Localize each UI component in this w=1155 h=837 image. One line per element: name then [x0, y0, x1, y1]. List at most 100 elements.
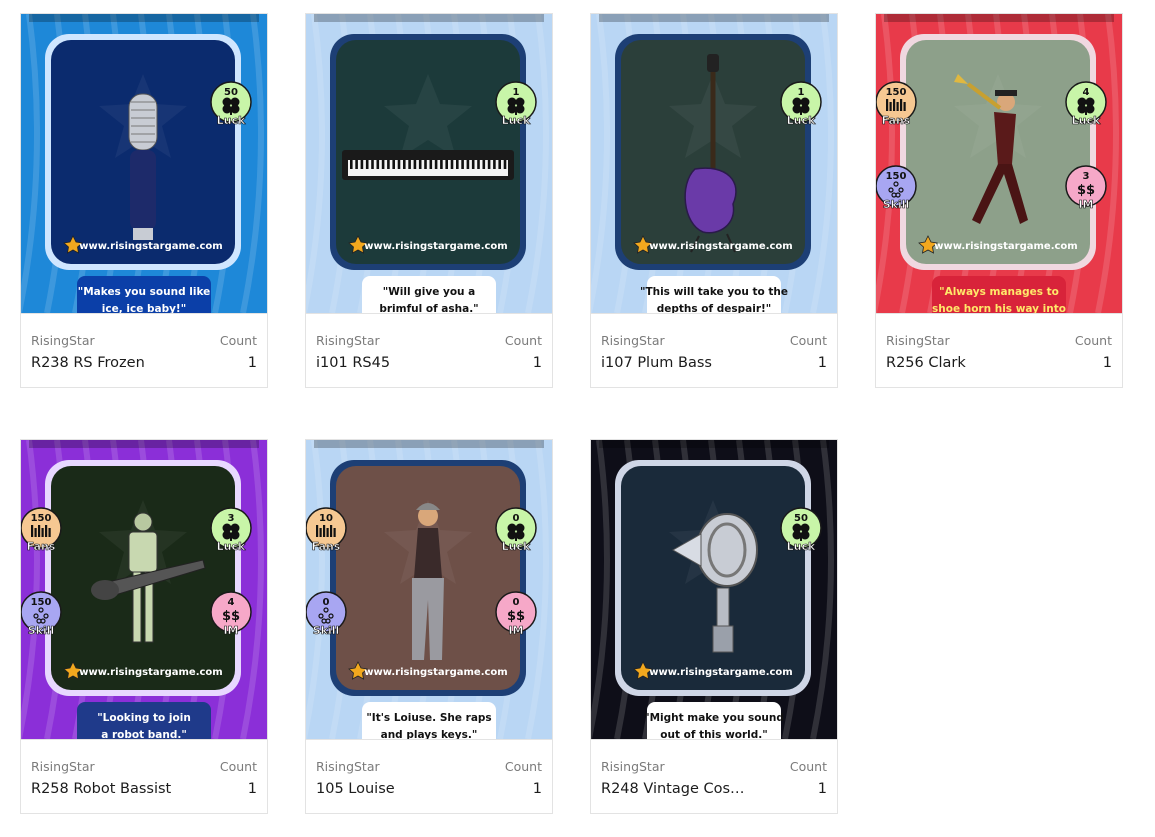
svg-text:shoe horn his way into: shoe horn his way into: [932, 303, 1066, 313]
card-meta: RisingStar Count R258 Robot Bassist 1: [21, 739, 267, 814]
svg-text:3: 3: [1083, 171, 1090, 182]
card-image[interactable]: www.risingstargame.com 150 Fans 3 Luck 150 Ski…: [21, 440, 267, 739]
card-tile[interactable]: www.risingstargame.com 50 Luck "Makes you s…: [20, 13, 268, 388]
card-artwork: www.risingstargame.com 50 Luck "Might make …: [591, 440, 837, 739]
svg-text:$$: $$: [222, 609, 240, 624]
svg-text:and plays keys.": and plays keys.": [381, 729, 478, 739]
svg-text:Luck: Luck: [787, 114, 816, 127]
stat-badge-luck: 4 Luck: [1065, 81, 1107, 127]
collection-label: RisingStar: [31, 333, 95, 348]
svg-text:150: 150: [886, 171, 907, 182]
svg-text:"Always manages to: "Always manages to: [939, 286, 1059, 298]
card-tile[interactable]: www.risingstargame.com 150 Fans 3 Luck 150 Ski…: [20, 439, 268, 814]
svg-text:50: 50: [794, 513, 808, 524]
svg-text:$$: $$: [1077, 183, 1095, 198]
svg-text:$$: $$: [507, 609, 525, 624]
svg-text:0: 0: [513, 597, 520, 608]
collection-label: RisingStar: [31, 759, 95, 774]
count-label: Count: [789, 759, 827, 774]
card-site-url: www.risingstargame.com: [364, 241, 507, 252]
svg-text:"This will take you to the: "This will take you to the: [640, 286, 788, 298]
card-image[interactable]: www.risingstargame.com 1 Luck "This will ta…: [591, 14, 837, 313]
card-name: R238 RS Frozen: [31, 355, 145, 371]
card-image[interactable]: www.risingstargame.com 150 Fans 4 Luck 150 Ski…: [876, 14, 1122, 313]
svg-text:0: 0: [323, 597, 330, 608]
card-name: R258 Robot Bassist: [31, 781, 172, 797]
card-artwork: www.risingstargame.com 10 Fans 0 Luck 0 Skill 0…: [306, 440, 552, 739]
stat-badge-luck: 0 Luck: [495, 507, 537, 553]
stat-badge-luck: 50 Luck: [210, 81, 252, 127]
svg-text:3: 3: [228, 513, 235, 524]
svg-text:Skill: Skill: [883, 198, 910, 211]
svg-text:150: 150: [886, 87, 907, 98]
card-meta: RisingStar Count R256 Clark 1: [876, 313, 1122, 388]
svg-text:Luck: Luck: [217, 114, 246, 127]
svg-text:ice, ice baby!": ice, ice baby!": [102, 303, 186, 313]
svg-text:Luck: Luck: [502, 540, 531, 553]
card-tile[interactable]: www.risingstargame.com 1 Luck "This will ta…: [590, 13, 838, 388]
svg-text:4: 4: [228, 597, 235, 608]
svg-text:0: 0: [513, 513, 520, 524]
card-artwork: www.risingstargame.com 150 Fans 4 Luck 150 Ski…: [876, 14, 1122, 313]
svg-text:"It's Loiuse. She raps: "It's Loiuse. She raps: [366, 712, 491, 724]
count-label: Count: [1074, 333, 1112, 348]
count-value: 1: [247, 355, 257, 371]
svg-text:150: 150: [31, 597, 52, 608]
card-site-url: www.risingstargame.com: [649, 241, 792, 252]
card-meta: RisingStar Count i101 RS45 1: [306, 313, 552, 388]
svg-text:IM: IM: [223, 624, 238, 637]
card-name: i101 RS45: [316, 355, 391, 371]
stat-badge-fans: 10 Fans: [306, 507, 347, 553]
card-site-url: www.risingstargame.com: [649, 667, 792, 678]
svg-text:1: 1: [513, 87, 520, 98]
svg-text:Skill: Skill: [28, 624, 55, 637]
card-image[interactable]: www.risingstargame.com 50 Luck "Might make …: [591, 440, 837, 739]
svg-text:IM: IM: [508, 624, 523, 637]
count-value: 1: [817, 781, 827, 797]
card-site-url: www.risingstargame.com: [79, 241, 222, 252]
stat-badge-luck: 1 Luck: [780, 81, 822, 127]
count-value: 1: [247, 781, 257, 797]
card-tile[interactable]: www.risingstargame.com 150 Fans 4 Luck 150 Ski…: [875, 13, 1123, 388]
card-quote: "Will give you a brimful of asha.": [362, 276, 496, 313]
svg-text:Luck: Luck: [217, 540, 246, 553]
collection-label: RisingStar: [601, 759, 665, 774]
count-label: Count: [219, 333, 257, 348]
card-quote: "This will take you to the depths of desp…: [640, 276, 788, 313]
svg-text:"Makes you sound like: "Makes you sound like: [78, 286, 211, 298]
svg-text:Luck: Luck: [1072, 114, 1101, 127]
svg-text:Luck: Luck: [502, 114, 531, 127]
card-quote: "Looking to join a robot band.": [77, 702, 211, 739]
svg-text:Fans: Fans: [882, 114, 911, 127]
card-image[interactable]: www.risingstargame.com 50 Luck "Makes you s…: [21, 14, 267, 313]
card-artwork: www.risingstargame.com 1 Luck "This will ta…: [591, 14, 837, 313]
card-tile[interactable]: www.risingstargame.com 10 Fans 0 Luck 0 Skill 0…: [305, 439, 553, 814]
card-site-url: www.risingstargame.com: [364, 667, 507, 678]
svg-text:1: 1: [798, 87, 805, 98]
stat-badge-luck: 50 Luck: [780, 507, 822, 553]
card-site-url: www.risingstargame.com: [934, 241, 1077, 252]
card-tile[interactable]: www.risingstargame.com 1 Luck "Will give yo…: [305, 13, 553, 388]
svg-text:brimful of asha.": brimful of asha.": [379, 303, 478, 313]
card-image[interactable]: www.risingstargame.com 1 Luck "Will give yo…: [306, 14, 552, 313]
count-value: 1: [532, 781, 542, 797]
count-label: Count: [219, 759, 257, 774]
card-name: R256 Clark: [886, 355, 966, 371]
svg-text:Luck: Luck: [787, 540, 816, 553]
svg-text:"Looking to join: "Looking to join: [97, 712, 191, 724]
count-label: Count: [504, 333, 542, 348]
stat-badge-fans: 150 Fans: [876, 81, 917, 127]
card-artwork: www.risingstargame.com 1 Luck "Will give yo…: [306, 14, 552, 313]
svg-text:50: 50: [224, 87, 238, 98]
card-tile[interactable]: www.risingstargame.com 50 Luck "Might make …: [590, 439, 838, 814]
card-quote: "Might make you sound out of this world.": [644, 702, 784, 739]
count-label: Count: [504, 759, 542, 774]
collection-label: RisingStar: [316, 759, 380, 774]
card-name: i107 Plum Bass: [601, 355, 712, 371]
card-site-url: www.risingstargame.com: [79, 667, 222, 678]
svg-text:a robot band.": a robot band.": [101, 729, 187, 739]
card-image[interactable]: www.risingstargame.com 10 Fans 0 Luck 0 Skill 0…: [306, 440, 552, 739]
card-meta: RisingStar Count R238 RS Frozen 1: [21, 313, 267, 388]
card-meta: RisingStar Count i107 Plum Bass 1: [591, 313, 837, 388]
svg-text:150: 150: [31, 513, 52, 524]
